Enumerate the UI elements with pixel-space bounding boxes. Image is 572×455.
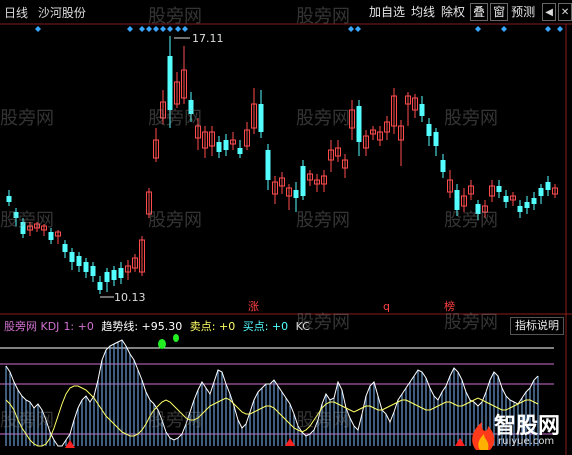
signal-diamond bbox=[175, 26, 181, 32]
candle-body bbox=[90, 266, 96, 276]
event-marker-bang: 榜 bbox=[444, 299, 455, 313]
candle-body bbox=[356, 106, 362, 142]
candle-body bbox=[426, 124, 432, 136]
candle-body bbox=[545, 182, 551, 190]
candle-body bbox=[517, 206, 523, 212]
candle-body bbox=[6, 196, 12, 202]
indicator-help-button[interactable]: 指标说明 bbox=[510, 317, 564, 335]
candle-body bbox=[496, 186, 502, 192]
candle-body bbox=[167, 56, 173, 110]
signal-diamond bbox=[501, 26, 507, 32]
signal-diamond bbox=[557, 26, 563, 32]
stock-chart-window: 日线 沙河股份 加自选 均线 除权 叠 窗 预测 ◀ ✕ 17.11 10.13 涨… bbox=[0, 0, 572, 455]
signal-diamond bbox=[153, 26, 159, 32]
candle-body bbox=[104, 272, 110, 282]
signal-diamond bbox=[160, 26, 166, 32]
candle-body bbox=[20, 222, 26, 234]
buy-signal-arrow bbox=[455, 438, 465, 446]
signal-diamond bbox=[146, 26, 152, 32]
candle-body bbox=[69, 252, 75, 262]
price-high-label: 17.11 bbox=[192, 32, 224, 45]
candle-body bbox=[13, 212, 19, 218]
candle-body bbox=[97, 282, 103, 290]
indicator-k-value: 1: +0 bbox=[63, 320, 94, 333]
kc-label: KC bbox=[295, 320, 310, 333]
candle-body bbox=[538, 188, 544, 196]
candle-body bbox=[237, 148, 243, 154]
event-marker-zhang: 涨 bbox=[248, 300, 259, 313]
indicator-name: 股旁网 KDJ bbox=[4, 320, 60, 333]
candle-body bbox=[188, 100, 194, 114]
candle-body bbox=[300, 166, 306, 196]
candle-body bbox=[440, 160, 446, 172]
signal-diamond bbox=[167, 26, 173, 32]
candle-body bbox=[475, 204, 481, 214]
candle-body bbox=[216, 142, 222, 152]
candle-body bbox=[118, 268, 124, 278]
signal-diamond bbox=[35, 26, 41, 32]
candle-body bbox=[293, 190, 299, 198]
buy-point-label: 买点: +0 bbox=[242, 320, 289, 333]
candle-body bbox=[258, 104, 264, 132]
candle-body bbox=[62, 244, 68, 252]
price-low-label: 10.13 bbox=[114, 291, 146, 304]
candle-body bbox=[111, 270, 117, 280]
signal-diamond bbox=[139, 26, 145, 32]
price-chart: 17.11 10.13 涨 q 榜 bbox=[0, 23, 572, 455]
sell-signal-dot bbox=[158, 339, 166, 349]
indicator-header: 股旁网 KDJ 1: +0 趋势线: +95.30 卖点: +0 买点: +0 K… bbox=[4, 318, 314, 334]
logo-url: ruiyue.com bbox=[498, 436, 555, 447]
trend-line-label: 趋势线: +95.30 bbox=[101, 320, 183, 333]
signal-diamond bbox=[355, 26, 361, 32]
signal-diamond bbox=[348, 26, 354, 32]
candle-body bbox=[83, 262, 89, 272]
candle-body bbox=[454, 190, 460, 210]
candle-body bbox=[48, 232, 54, 240]
candle-body bbox=[223, 140, 229, 150]
candle-body bbox=[265, 150, 271, 180]
event-marker-q: q bbox=[383, 300, 390, 313]
candle-body bbox=[419, 104, 425, 116]
candle-body bbox=[503, 196, 509, 202]
signal-diamond bbox=[475, 26, 481, 32]
candle-body bbox=[433, 132, 439, 146]
site-logo: 智股网 ruiyue.com bbox=[466, 404, 570, 452]
candle-body bbox=[524, 202, 530, 208]
signal-diamond bbox=[545, 26, 551, 32]
sell-point-label: 卖点: +0 bbox=[189, 320, 236, 333]
candle-body bbox=[76, 256, 82, 266]
signal-diamond bbox=[127, 26, 133, 32]
candle-body bbox=[531, 198, 537, 204]
signal-diamond bbox=[182, 26, 188, 32]
sell-signal-dot bbox=[173, 334, 179, 342]
